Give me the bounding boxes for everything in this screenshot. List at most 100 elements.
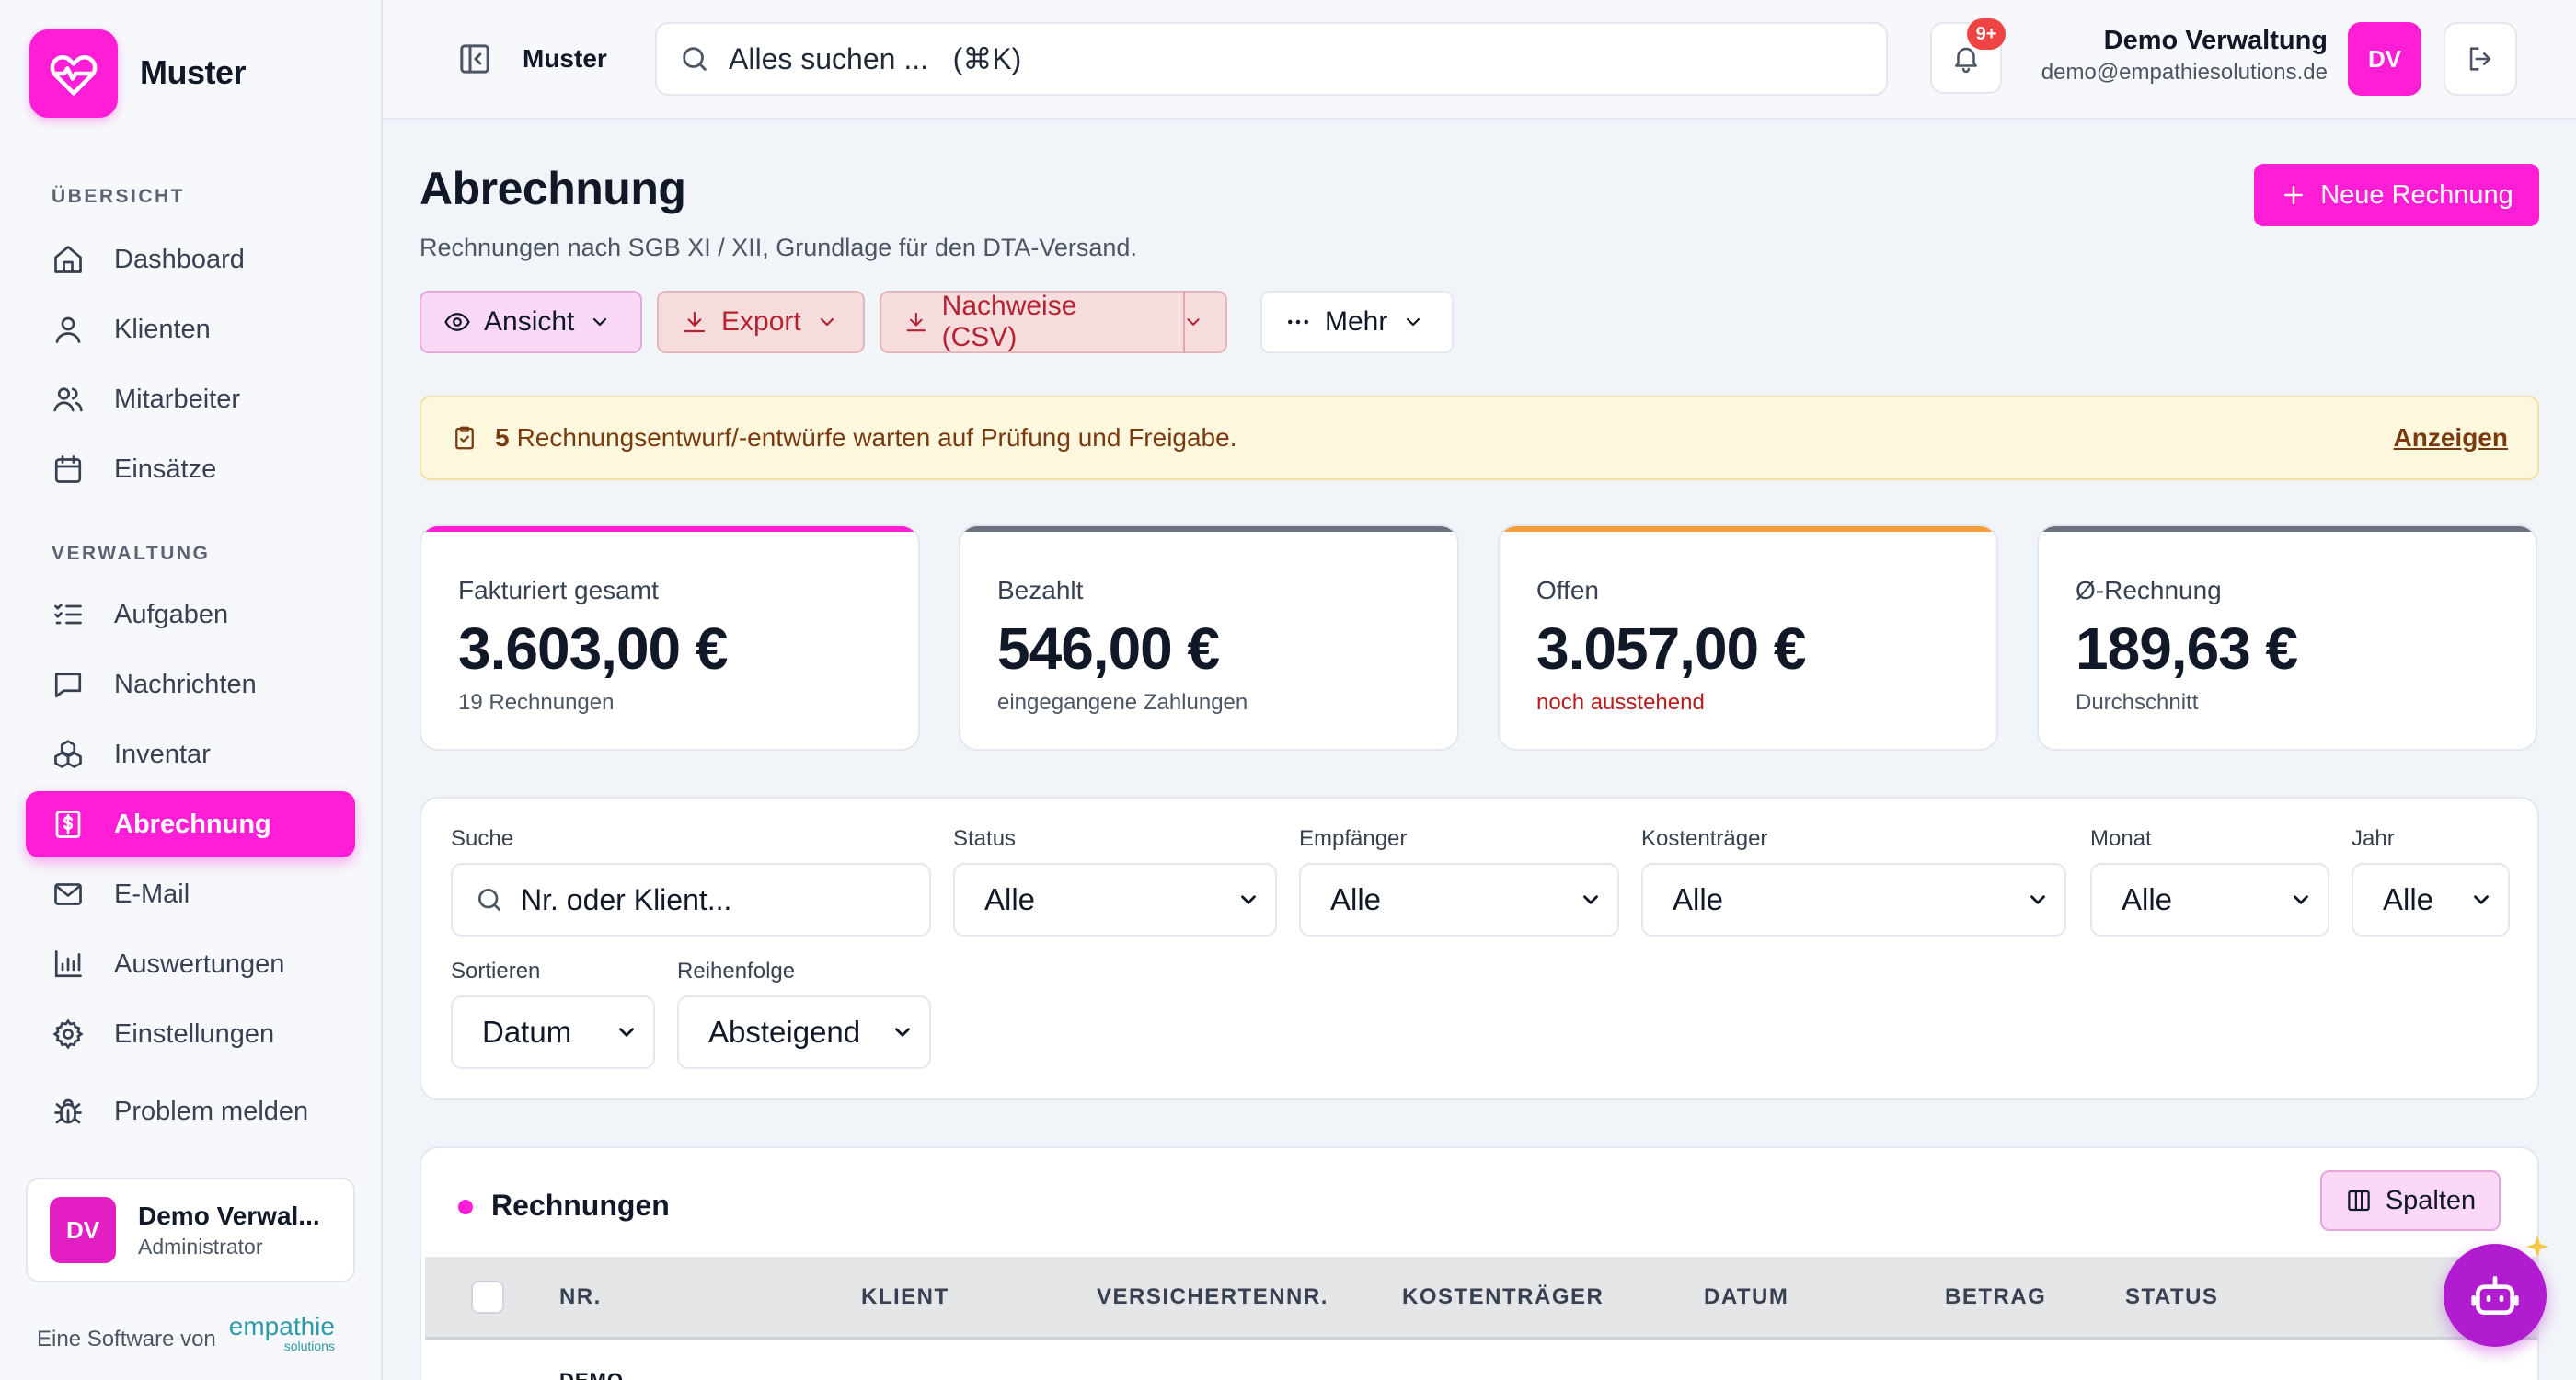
sidebar-item-label: E-Mail <box>114 879 190 909</box>
download-icon <box>906 312 926 332</box>
recipient-filter-label: Empfänger <box>1299 826 1408 851</box>
more-dots-icon <box>1288 319 1308 325</box>
month-select[interactable]: Alle <box>2090 863 2329 937</box>
drafts-text: Rechnungsentwurf/-entwürfe warten auf Pr… <box>516 423 1237 452</box>
sidebar-item-mitarbeiter[interactable]: Mitarbeiter <box>26 366 355 432</box>
sidebar-item-label: Einstellungen <box>114 1018 275 1049</box>
month-filter-label: Monat <box>2090 826 2152 851</box>
sidebar-item-einsaetze[interactable]: Einsätze <box>26 436 355 502</box>
invoice-icon <box>55 811 81 838</box>
chevron-down-icon <box>820 317 834 327</box>
topbar: Muster Alles suchen ... (⌘K) 9+ Demo Ver… <box>383 0 2576 120</box>
message-icon <box>54 673 82 698</box>
main-content: Abrechnung Rechnungen nach SGB XI / XII,… <box>383 120 2576 1380</box>
home-icon <box>54 246 82 273</box>
section-label-admin: VERWALTUNG <box>52 543 211 564</box>
filter-panel: Suche Nr. oder Klient... Status Alle Emp… <box>420 797 2539 1100</box>
logout-icon <box>2469 47 2491 71</box>
payer-select[interactable]: Alle <box>1641 863 2066 937</box>
sort-select-value: Datum <box>482 1015 572 1049</box>
column-header-nr[interactable]: NR. <box>559 1284 602 1310</box>
invoices-table-panel: Rechnungen Spalten NR. KLIENT VERSICHERT… <box>420 1146 2539 1380</box>
users-icon <box>53 387 83 412</box>
status-dot <box>458 1200 473 1214</box>
sidebar-item-nachrichten[interactable]: Nachrichten <box>26 651 355 718</box>
proofs-csv-button[interactable]: Nachweise (CSV) <box>880 291 1227 353</box>
sidebar-item-abrechnung[interactable]: Abrechnung <box>26 791 355 857</box>
sidebar-item-label: Mitarbeiter <box>114 384 240 414</box>
stat-label: Offen <box>1536 576 1599 604</box>
drafts-alert: 5 Rechnungsentwurf/-entwürfe warten auf … <box>420 396 2539 480</box>
table-row[interactable]: DEMO <box>559 1369 624 1380</box>
stat-value: 3.057,00 € <box>1536 615 1806 682</box>
checklist-icon <box>54 604 82 625</box>
sidebar-item-problem-melden[interactable]: Problem melden <box>26 1078 355 1144</box>
sidebar-user-card[interactable]: DV Demo Verwal... Administrator <box>26 1178 355 1282</box>
sort-select[interactable]: Datum <box>451 995 655 1069</box>
sidebar-item-aufgaben[interactable]: Aufgaben <box>26 581 355 648</box>
export-button[interactable]: Export <box>657 291 865 353</box>
logout-button[interactable] <box>2444 22 2517 96</box>
sparkle-icon <box>2526 1236 2548 1258</box>
stat-label: Bezahlt <box>997 576 1084 604</box>
view-button[interactable]: Ansicht <box>420 291 642 353</box>
search-icon <box>478 889 500 911</box>
stat-card-average: Ø-Rechnung 189,63 € Durchschnitt <box>2037 524 2537 751</box>
sidebar-item-inventar[interactable]: Inventar <box>26 721 355 788</box>
plus-icon <box>2284 186 2304 204</box>
stat-card-paid: Bezahlt 546,00 € eingegangene Zahlungen <box>959 524 1459 751</box>
sidebar-item-label: Problem melden <box>114 1096 309 1126</box>
sidebar-item-dashboard[interactable]: Dashboard <box>26 226 355 293</box>
column-header-client[interactable]: KLIENT <box>861 1284 949 1310</box>
chevron-down-icon[interactable] <box>1183 311 1203 333</box>
sidebar-item-einstellungen[interactable]: Einstellungen <box>26 1001 355 1067</box>
stat-sub: eingegangene Zahlungen <box>997 690 1248 715</box>
payer-filter-label: Kostenträger <box>1641 826 1768 851</box>
chevron-down-icon <box>895 1028 910 1037</box>
more-button[interactable]: Mehr <box>1260 291 1454 353</box>
status-select[interactable]: Alle <box>953 863 1277 937</box>
invoice-search-input[interactable]: Nr. oder Klient... <box>451 863 931 937</box>
stat-value: 3.603,00 € <box>458 615 728 682</box>
accent-bar <box>421 526 918 532</box>
column-header-payer[interactable]: KOSTENTRÄGER <box>1402 1284 1604 1310</box>
sidebar: Muster ÜBERSICHT Dashboard Klienten Mita… <box>0 0 383 1380</box>
eye-icon <box>444 313 470 331</box>
column-header-amount[interactable]: BETRAG <box>1945 1284 2046 1310</box>
credit-prefix: Eine Software von <box>37 1327 216 1351</box>
accent-bar <box>2039 526 2536 532</box>
stat-card-invoiced: Fakturiert gesamt 3.603,00 € 19 Rechnung… <box>420 524 920 751</box>
bug-icon <box>54 1098 82 1124</box>
columns-button[interactable]: Spalten <box>2320 1170 2501 1231</box>
select-all-checkbox[interactable] <box>471 1281 504 1314</box>
search-filter-label: Suche <box>451 826 514 851</box>
chevron-down-icon <box>1583 895 1598 904</box>
column-header-insurance-no[interactable]: VERSICHERTENNR. <box>1097 1284 1328 1310</box>
drafts-count: 5 <box>495 423 510 452</box>
new-invoice-button[interactable]: Neue Rechnung <box>2254 164 2539 226</box>
sidebar-item-klienten[interactable]: Klienten <box>26 296 355 362</box>
column-header-status[interactable]: STATUS <box>2125 1284 2218 1310</box>
sidebar-item-auswertungen[interactable]: Auswertungen <box>26 931 355 997</box>
sidebar-item-email[interactable]: E-Mail <box>26 861 355 927</box>
column-header-date[interactable]: DATUM <box>1704 1284 1788 1310</box>
stat-sub: 19 Rechnungen <box>458 690 615 715</box>
columns-label: Spalten <box>2385 1185 2477 1215</box>
app-logo[interactable] <box>29 29 118 118</box>
accent-bar <box>1500 526 1996 532</box>
order-select[interactable]: Absteigend <box>677 995 931 1069</box>
user-icon <box>55 316 81 343</box>
brand-sub: solutions <box>283 1339 335 1353</box>
robot-icon <box>2471 1276 2519 1315</box>
recipient-select[interactable]: Alle <box>1299 863 1619 937</box>
recipient-select-value: Alle <box>1330 882 1382 916</box>
global-search-input[interactable]: Alles suchen ... (⌘K) <box>655 22 1888 96</box>
show-drafts-link[interactable]: Anzeigen <box>2394 423 2508 453</box>
sidebar-toggle-icon[interactable] <box>456 40 493 77</box>
brand-logo[interactable]: empathie solutions <box>229 1314 335 1353</box>
user-name: Demo Verwal... <box>138 1201 320 1230</box>
year-select[interactable]: Alle <box>2352 863 2510 937</box>
order-filter-label: Reihenfolge <box>677 959 796 983</box>
more-label: Mehr <box>1325 306 1388 337</box>
header-avatar[interactable]: DV <box>2348 22 2421 96</box>
